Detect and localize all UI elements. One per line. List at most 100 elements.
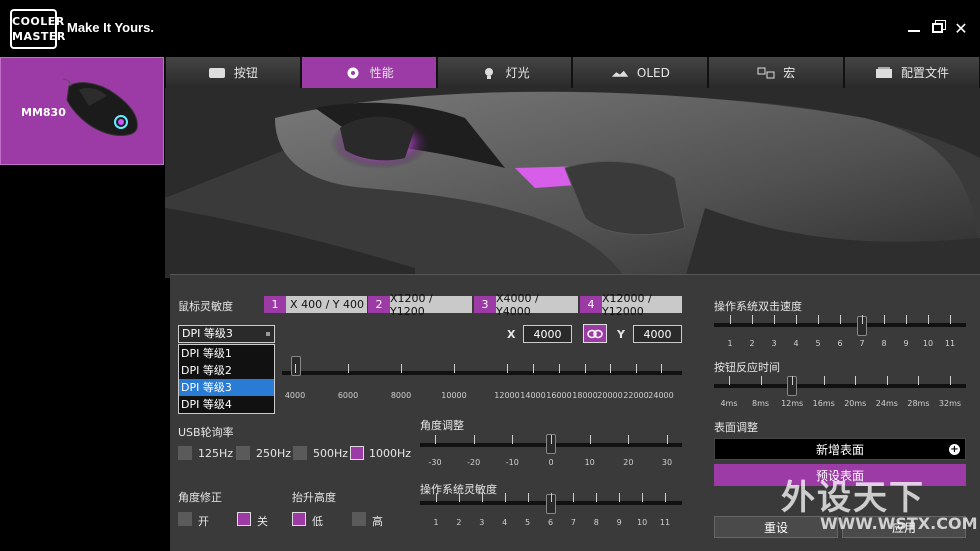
- lift-off-high-checkbox[interactable]: [352, 512, 366, 526]
- angle-adjust-tick: [435, 435, 436, 444]
- button-response-slider-track[interactable]: [714, 384, 966, 388]
- os-sensitivity-tick-label: 10: [637, 518, 648, 527]
- button-response-tick: [950, 376, 951, 385]
- tab-oled-label: OLED: [636, 65, 670, 80]
- angle-snap-on-label: 开: [198, 515, 209, 528]
- dpi-slider-tick: [454, 364, 455, 373]
- angle-adjust-tick-label: -30: [428, 458, 442, 467]
- dpi-slider-thumb[interactable]: [291, 356, 301, 376]
- os-sensitivity-tick-label: 2: [456, 518, 462, 527]
- dpi-slider-tick-label: 18000: [572, 391, 598, 400]
- angle-adjust-tick: [628, 435, 630, 444]
- dpi-level-select[interactable]: DPI 等级3: [178, 325, 275, 343]
- double-click-tick-label: 7: [859, 339, 865, 348]
- dpi-slider-tick: [295, 364, 296, 373]
- os-sensitivity-tick: [573, 493, 575, 502]
- button-response-tick-label: 28ms: [907, 399, 930, 408]
- os-sensitivity-tick: [458, 493, 460, 502]
- tab-macro-label: 宏: [783, 66, 796, 80]
- os-sensitivity-tick-label: 6: [547, 518, 554, 527]
- angle-adjust-tick-label: -20: [467, 458, 481, 467]
- lift-off-low-checkbox[interactable]: [292, 512, 306, 526]
- button-response-tick-label: 16ms: [812, 399, 835, 408]
- link-xy-button[interactable]: [583, 324, 607, 343]
- tagline: Make It Yours.: [67, 20, 154, 35]
- double-click-tick-label: 1: [727, 339, 733, 348]
- dpi-option-2[interactable]: DPI 等级2: [179, 362, 274, 379]
- close-button[interactable]: ✕: [950, 17, 972, 39]
- dpi-option-4[interactable]: DPI 等级4: [179, 396, 274, 413]
- mouse-device-icon: [62, 78, 138, 136]
- dpi-slider-tick: [636, 364, 637, 373]
- dpi-level-4-tab[interactable]: 4 X12000 / Y12000: [580, 292, 682, 318]
- dpi-option-3[interactable]: DPI 等级3: [179, 379, 274, 396]
- double-click-tick-label: 6: [837, 339, 843, 348]
- add-surface-label: 新增表面: [815, 442, 864, 457]
- button-response-tick-label: 12ms: [781, 399, 804, 408]
- dpi-slider-track[interactable]: [282, 371, 682, 375]
- double-click-tick: [928, 315, 929, 324]
- dpi-level-2-number: 2: [368, 296, 390, 313]
- dpi-slider-tick: [661, 364, 662, 373]
- close-icon: ✕: [954, 18, 968, 38]
- double-click-tick: [840, 315, 841, 324]
- minimize-icon: [908, 30, 920, 32]
- angle-adjust-tick-label: -10: [505, 458, 519, 467]
- os-sensitivity-tick: [619, 493, 621, 502]
- double-click-speed-label: 操作系统双击速度: [714, 300, 802, 313]
- dpi-slider-tick: [401, 364, 402, 373]
- watermark-url: WWW.WSTX.COM: [820, 514, 978, 533]
- x-axis-label: X: [507, 328, 516, 341]
- double-click-tick-label: 8: [881, 339, 887, 348]
- double-click-tick-label: 3: [771, 339, 777, 348]
- usb-500hz-checkbox[interactable]: [293, 446, 307, 460]
- button-response-label: 按钮反应时间: [714, 361, 780, 374]
- add-surface-button[interactable]: 新增表面 +: [714, 438, 966, 460]
- keyboard-icon: [208, 67, 225, 78]
- dpi-level-1-tab[interactable]: 1 X 400 / Y 400: [264, 296, 367, 313]
- dpi-slider-tick-label: 8000: [390, 391, 412, 400]
- dpi-slider-tick: [559, 364, 560, 373]
- cooler-master-logo: COOLER MASTER: [10, 9, 66, 49]
- tab-macro[interactable]: 宏: [708, 57, 845, 88]
- dpi-x-input[interactable]: 4000: [523, 325, 572, 343]
- dpi-level-3-tab[interactable]: 3 X4000 / Y4000: [474, 292, 578, 318]
- angle-snap-off-checkbox[interactable]: [237, 512, 251, 526]
- dpi-slider-tick-label: 20000: [597, 391, 623, 400]
- logo-line-2: MASTER: [12, 30, 66, 43]
- tab-performance[interactable]: 性能: [300, 57, 437, 88]
- reset-label: 重设: [763, 520, 788, 535]
- button-response-tick: [729, 376, 730, 385]
- tab-profiles[interactable]: 配置文件: [844, 57, 980, 88]
- tab-lighting[interactable]: 灯光: [436, 57, 573, 88]
- logo-line-1: COOLER: [12, 15, 65, 28]
- usb-250hz-checkbox[interactable]: [236, 446, 250, 460]
- usb-125hz-checkbox[interactable]: [178, 446, 192, 460]
- angle-snap-on-checkbox[interactable]: [178, 512, 192, 526]
- tab-oled[interactable]: OLED: [572, 57, 709, 88]
- os-sensitivity-tick: [550, 493, 552, 502]
- os-sensitivity-tick: [436, 493, 437, 502]
- tab-buttons-label: 按钮: [233, 66, 258, 80]
- dpi-level-select-value: DPI 等级3: [182, 327, 233, 340]
- dpi-slider-tick-label: 24000: [648, 391, 674, 400]
- usb-1000hz-checkbox[interactable]: [350, 446, 364, 460]
- dpi-y-input[interactable]: 4000: [633, 325, 682, 343]
- dpi-slider-tick-label: 14000: [520, 391, 546, 400]
- double-click-tick: [730, 315, 731, 324]
- angle-adjust-label: 角度调整: [420, 419, 464, 432]
- device-panel-mm830[interactable]: MM830: [0, 57, 164, 165]
- lift-off-high-label: 高: [372, 515, 383, 528]
- maximize-button[interactable]: [926, 17, 948, 39]
- dpi-slider-tick-label: 6000: [337, 391, 359, 400]
- dpi-level-2-tab[interactable]: 2 X1200 / Y1200: [368, 292, 472, 318]
- dpi-slider-tick-label: 12000: [494, 391, 520, 400]
- os-sensitivity-tick-label: 5: [525, 518, 531, 527]
- dpi-option-1[interactable]: DPI 等级1: [179, 345, 274, 362]
- dpi-level-4-value: X12000 / Y12000: [602, 292, 682, 318]
- minimize-button[interactable]: [903, 17, 925, 39]
- tab-performance-label: 性能: [369, 66, 394, 80]
- dpi-level-1-number: 1: [264, 296, 286, 313]
- usb-250hz-label: 250Hz: [256, 447, 292, 460]
- tab-buttons[interactable]: 按钮: [165, 57, 301, 88]
